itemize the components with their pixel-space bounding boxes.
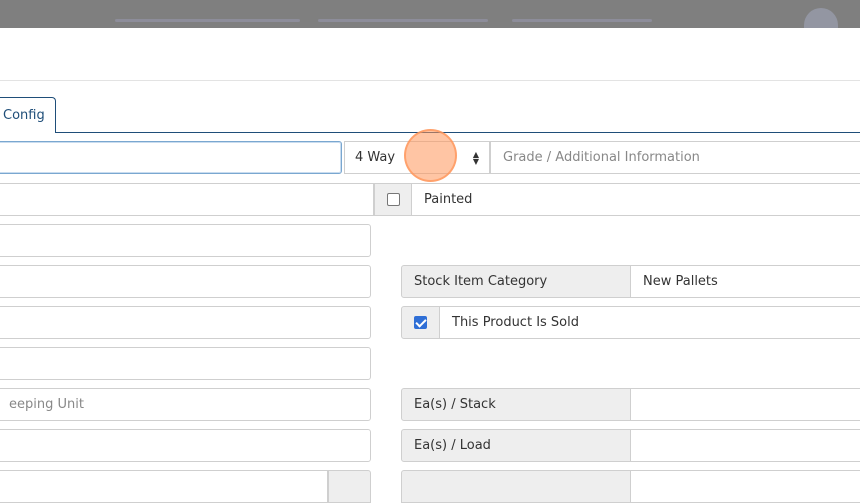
blurred-link [318, 19, 488, 22]
form-input-9-right[interactable] [630, 470, 860, 503]
painted-label-box: Painted [411, 183, 860, 216]
pallet-name-input[interactable] [0, 141, 342, 174]
form-input-8[interactable] [0, 429, 371, 462]
tab-strip-border [55, 132, 860, 133]
blurred-link [512, 19, 652, 22]
entry-type-value: 4 Way [355, 150, 396, 165]
tab-config-label: Config [3, 108, 45, 123]
blurred-breadcrumb [115, 19, 300, 22]
stock-item-category-label: Stock Item Category [401, 265, 631, 298]
tab-config[interactable]: Config [0, 97, 56, 133]
stock-keeping-unit-input[interactable]: eeping Unit [0, 388, 371, 421]
user-avatar [804, 8, 838, 28]
ea-stack-label: Ea(s) / Stack [401, 388, 631, 421]
form-input-9[interactable] [0, 470, 328, 503]
ea-load-label: Ea(s) / Load [401, 429, 631, 462]
painted-checkbox-wrap[interactable] [374, 183, 412, 216]
description-input[interactable] [0, 183, 374, 216]
painted-checkbox[interactable] [387, 193, 400, 206]
form-input-5[interactable] [0, 306, 371, 339]
stock-item-category-select[interactable]: New Pallets [630, 265, 860, 298]
product-sold-checkbox[interactable] [414, 316, 427, 329]
product-sold-checkbox-wrap[interactable] [401, 306, 440, 339]
form-input-3[interactable] [0, 224, 371, 257]
background-page-header [0, 0, 860, 28]
ea-stack-input[interactable] [630, 388, 860, 421]
product-sold-label-box: This Product Is Sold [439, 306, 860, 339]
modal-header-divider [0, 80, 860, 81]
click-highlight-indicator [404, 129, 457, 182]
form-input-4[interactable] [0, 265, 371, 298]
select-updown-icon: ▲ ▼ [472, 150, 479, 166]
form-input-9-addon[interactable] [328, 470, 371, 503]
form-label-9 [401, 470, 631, 503]
form-input-6[interactable] [0, 347, 371, 380]
ea-load-input[interactable] [630, 429, 860, 462]
grade-additional-info-input[interactable]: Grade / Additional Information [490, 141, 860, 174]
